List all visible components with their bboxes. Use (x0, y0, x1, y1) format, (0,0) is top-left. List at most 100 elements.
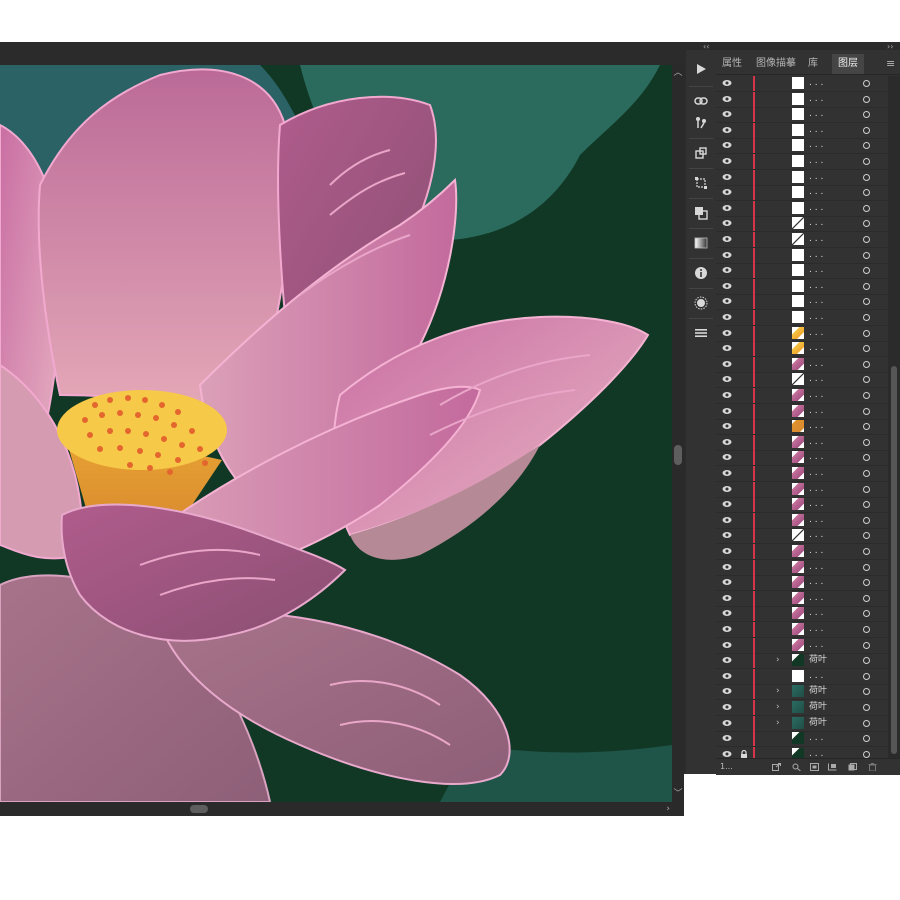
target-circle-icon[interactable] (863, 423, 870, 431)
layer-name[interactable]: . . . (809, 669, 823, 684)
target-circle-icon[interactable] (863, 641, 870, 649)
layer-name[interactable]: . . . (809, 497, 823, 512)
layer-name[interactable]: . . . (809, 185, 823, 200)
pathfinder-icon[interactable] (690, 202, 712, 224)
layer-name[interactable]: . . . (809, 216, 823, 231)
layer-name[interactable]: . . . (809, 232, 823, 247)
layer-row[interactable]: . . . (716, 325, 888, 342)
layer-row[interactable]: . . . (716, 559, 888, 576)
link-icon[interactable] (690, 90, 712, 112)
visibility-eye-icon[interactable] (722, 516, 732, 524)
visibility-eye-icon[interactable] (722, 531, 732, 539)
layer-row[interactable]: . . . (716, 310, 888, 326)
layer-name[interactable]: . . . (809, 372, 823, 387)
target-circle-icon[interactable] (863, 610, 870, 618)
target-circle-icon[interactable] (863, 376, 870, 384)
artboard-icon[interactable] (690, 142, 712, 164)
expand-chevron-icon[interactable]: › (776, 700, 780, 715)
layer-row[interactable]: . . . (716, 466, 888, 482)
target-circle-icon[interactable] (863, 470, 870, 477)
visibility-eye-icon[interactable] (722, 625, 732, 633)
layer-name[interactable]: . . . (809, 450, 823, 465)
visibility-eye-icon[interactable] (722, 734, 732, 742)
layer-name[interactable]: . . . (809, 731, 823, 746)
layer-row[interactable]: . . . (716, 512, 888, 529)
expand-chevron-icon[interactable]: › (776, 716, 780, 731)
target-circle-icon[interactable] (863, 688, 870, 696)
layer-row[interactable]: . . . (716, 731, 888, 748)
visibility-eye-icon[interactable] (722, 438, 732, 446)
layer-name[interactable]: . . . (809, 622, 823, 637)
target-circle-icon[interactable] (863, 392, 870, 399)
scrollbar-thumb[interactable] (674, 445, 682, 465)
layer-row[interactable]: . . . (716, 528, 888, 545)
layer-name[interactable]: . . . (809, 513, 823, 528)
layer-name[interactable]: . . . (809, 123, 823, 138)
layer-row[interactable]: › 荷叶 (716, 653, 888, 670)
visibility-eye-icon[interactable] (722, 360, 732, 368)
layer-name[interactable]: . . . (809, 279, 823, 294)
layer-row[interactable]: . . . (716, 138, 888, 155)
scroll-right-arrow-icon[interactable]: › (666, 802, 670, 816)
appearance-icon[interactable] (690, 292, 712, 314)
layer-name[interactable]: 荷叶 (809, 684, 827, 699)
layer-name[interactable]: . . . (809, 606, 823, 621)
target-circle-icon[interactable] (863, 516, 870, 524)
target-circle-icon[interactable] (863, 750, 870, 758)
tab-image-trace[interactable]: 图像描摹 (756, 54, 796, 74)
target-circle-icon[interactable] (863, 236, 870, 243)
panel-menu-icon[interactable]: ≡ (886, 54, 895, 74)
target-circle-icon[interactable] (863, 267, 870, 275)
visibility-eye-icon[interactable] (722, 188, 732, 196)
layer-name[interactable]: . . . (809, 591, 823, 606)
layer-row[interactable]: . . . (716, 356, 888, 373)
layer-name[interactable]: . . . (809, 154, 823, 169)
visibility-eye-icon[interactable] (722, 750, 732, 758)
layer-row[interactable]: › 荷叶 (716, 700, 888, 716)
layer-row[interactable]: . . . (716, 91, 888, 108)
target-circle-icon[interactable] (863, 672, 870, 680)
layer-name[interactable]: . . . (809, 638, 823, 653)
expand-chevron-icon[interactable]: › (776, 684, 780, 699)
layer-row[interactable]: . . . (716, 200, 888, 217)
visibility-eye-icon[interactable] (722, 313, 732, 321)
layer-row[interactable]: . . . (716, 544, 888, 560)
layer-row[interactable]: . . . (716, 575, 888, 592)
layer-row[interactable]: . . . (716, 341, 888, 358)
layer-name[interactable]: . . . (809, 326, 823, 341)
layer-name[interactable]: 荷叶 (809, 700, 827, 715)
visibility-eye-icon[interactable] (722, 500, 732, 508)
target-circle-icon[interactable] (863, 719, 870, 727)
layer-name[interactable]: . . . (809, 263, 823, 278)
visibility-eye-icon[interactable] (722, 219, 732, 227)
layer-row[interactable]: . . . (716, 216, 888, 233)
layer-name[interactable]: . . . (809, 341, 823, 356)
layer-row[interactable]: . . . (716, 668, 888, 685)
layer-row[interactable]: . . . (716, 278, 888, 295)
layer-row[interactable]: . . . (716, 622, 888, 638)
layer-row[interactable]: . . . (716, 263, 888, 280)
layer-name[interactable]: . . . (809, 528, 823, 543)
canvas-horizontal-scrollbar[interactable]: › (0, 802, 684, 816)
visibility-eye-icon[interactable] (722, 126, 732, 134)
layer-row[interactable]: . . . (716, 606, 888, 623)
target-circle-icon[interactable] (863, 220, 870, 228)
layer-name[interactable]: . . . (809, 170, 823, 185)
layer-row[interactable]: . . . (716, 419, 888, 436)
layer-row[interactable]: . . . (716, 122, 888, 139)
new-sublayer-icon[interactable] (828, 763, 837, 771)
target-circle-icon[interactable] (863, 189, 870, 197)
layer-name[interactable]: . . . (809, 76, 823, 91)
layer-name[interactable]: . . . (809, 482, 823, 497)
visibility-eye-icon[interactable] (722, 329, 732, 337)
play-icon[interactable] (690, 58, 712, 80)
layer-name[interactable]: 荷叶 (809, 716, 827, 731)
visibility-eye-icon[interactable] (722, 204, 732, 212)
layer-row[interactable]: . . . (716, 450, 888, 467)
layer-name[interactable]: . . . (809, 435, 823, 450)
layer-row[interactable]: . . . (716, 232, 888, 248)
layer-row[interactable]: . . . (716, 294, 888, 311)
visibility-eye-icon[interactable] (722, 157, 732, 165)
menu-icon[interactable] (690, 322, 712, 344)
export-icon[interactable] (772, 763, 781, 771)
